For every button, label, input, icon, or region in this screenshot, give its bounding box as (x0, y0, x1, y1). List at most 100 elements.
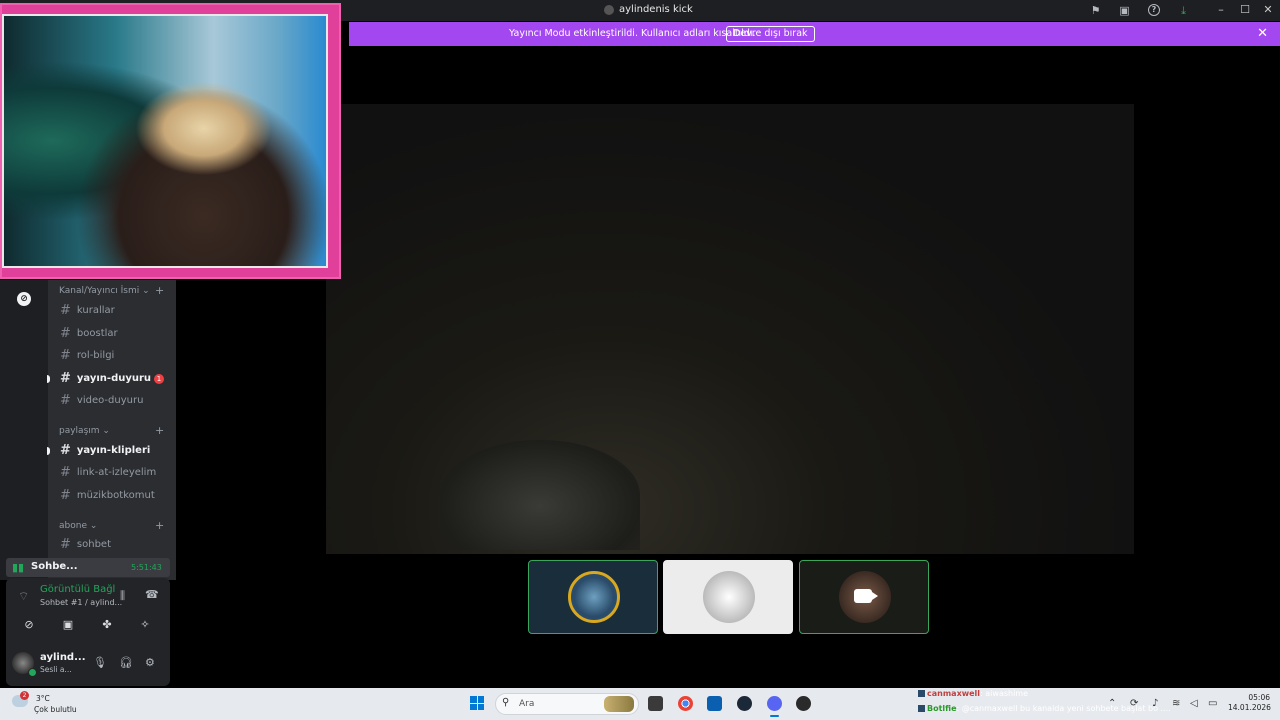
channel-kurallar[interactable]: # kurallar (60, 303, 115, 318)
compass-discover-icon[interactable]: ⊘ (17, 292, 31, 306)
download-icon[interactable]: ⤓ (1177, 4, 1190, 17)
file-explorer-icon[interactable] (648, 696, 663, 711)
tray-mic-icon[interactable]: ♪ (1152, 698, 1158, 709)
voice-channel-label: Sohbe... (31, 561, 78, 572)
unread-indicator (47, 447, 50, 455)
channel-boostlar[interactable]: # boostlar (60, 326, 118, 341)
category-abone[interactable]: abone ⌄ (59, 521, 97, 531)
wifi-icon[interactable]: ≋ (1172, 698, 1180, 709)
weather-temp: 3°C (36, 694, 50, 703)
headphones-icon[interactable]: 🎧︎ (119, 656, 133, 669)
channel-yayin-duyuru[interactable]: # yayın-duyuru (60, 371, 151, 386)
hash-icon: # (60, 537, 71, 552)
channel-label: yayın-duyuru (76, 373, 152, 384)
channel-sohbet[interactable]: # sohbet (60, 537, 111, 552)
hash-icon: # (60, 326, 71, 341)
mention-badge: 1 (154, 374, 164, 384)
disable-streamer-mode-button[interactable]: Devre dışı bırak (726, 26, 815, 42)
microphone-icon[interactable]: 🎙︎ (93, 656, 107, 669)
participant-tile-2[interactable] (663, 560, 793, 634)
ticker-message: : aiwashime (980, 689, 1029, 698)
window-title-text: aylindenis kick (619, 4, 693, 15)
participant-tile-3[interactable] (799, 560, 929, 634)
windows-taskbar: 2 3°C Çok bulutlu ⚲ Ara canmaxwell: aiwa… (0, 688, 1280, 720)
window-title: aylindenis kick (604, 4, 693, 15)
voice-channel-sohbet[interactable]: ▮▮ Sohbe... 5:51:43 (6, 558, 170, 577)
tray-app-icon[interactable]: ⟳ (1130, 698, 1138, 709)
voice-channel-time: 5:51:43 (131, 563, 162, 572)
ms-store-icon[interactable] (707, 696, 722, 711)
close-window-button[interactable]: ✕ (1261, 3, 1275, 16)
help-icon[interactable]: ? (1148, 4, 1160, 16)
clock-time: 05:06 (1248, 693, 1270, 702)
channel-muzikbotkomut[interactable]: # müzikbotkomut (60, 488, 155, 503)
hash-icon: # (60, 348, 71, 363)
taskbar-search[interactable]: ⚲ Ara (495, 693, 639, 715)
connection-status[interactable]: Görüntülü Bağl (40, 584, 115, 595)
channel-label: link-at-izleyelim (76, 467, 157, 478)
server-icon (604, 4, 614, 15)
screen-share-icon[interactable]: ▣ (1118, 4, 1131, 17)
add-channel-icon[interactable]: + (155, 284, 164, 297)
soundboard-icon[interactable]: ✧ (128, 618, 162, 634)
hash-icon: # (60, 488, 71, 503)
category-kanal[interactable]: Kanal/Yayıncı İsmi ⌄ (59, 286, 150, 296)
unread-indicator (47, 375, 50, 383)
ticker-line-1: canmaxwell: aiwashime (918, 689, 1028, 698)
system-clock[interactable]: 05:06 14.01.2026 (1228, 693, 1271, 713)
channel-yayin-klipleri[interactable]: # yayın-klipleri (60, 443, 150, 458)
minimize-button[interactable]: – (1214, 3, 1228, 16)
online-status-icon (28, 668, 37, 677)
camera-icon (854, 589, 878, 603)
hash-icon: # (60, 465, 71, 480)
steam-icon[interactable] (737, 696, 752, 711)
disconnect-icon[interactable]: ☎ (145, 588, 159, 601)
category-paylasim[interactable]: paylaşım ⌄ (59, 426, 110, 436)
ticker-username: canmaxwell (927, 689, 981, 698)
camera-off-icon[interactable]: ⊘ (12, 618, 46, 634)
banner-message: Yayıncı Modu etkinleştirildi. Kullanıcı … (509, 28, 756, 39)
battery-icon[interactable]: ▭ (1208, 698, 1217, 709)
channel-link-at-izleyelim[interactable]: # link-at-izleyelim (60, 465, 156, 480)
channel-label: sohbet (76, 539, 111, 550)
search-icon: ⚲ (502, 697, 510, 708)
channel-label: boostlar (76, 328, 118, 339)
tray-chevron-icon[interactable]: ⌃ (1108, 698, 1116, 709)
participant-avatar (703, 571, 755, 623)
search-highlight-image (604, 696, 634, 712)
add-channel-icon[interactable]: + (155, 424, 164, 437)
hash-icon: # (60, 443, 71, 458)
server-rail: ⊘ (0, 280, 48, 580)
weather-condition: Çok bulutlu (34, 705, 77, 714)
channel-list: Kanal/Yayıncı İsmi ⌄ + # kurallar # boostl… (47, 280, 176, 580)
connection-subtitle: Sohbet #1 / aylind... (40, 598, 123, 607)
voice-activity-icon: ▮▮ (12, 561, 25, 574)
activities-icon[interactable]: ✤ (90, 618, 124, 634)
user-status: Sesli a... (40, 665, 72, 674)
obs-icon[interactable] (796, 696, 811, 711)
banner-close-icon[interactable]: ✕ (1257, 26, 1268, 41)
notification-badge: 2 (20, 691, 29, 700)
channel-label: müzikbotkomut (76, 490, 155, 501)
noise-suppression-icon[interactable]: ⫼ (120, 589, 125, 603)
channel-label: rol-bilgi (76, 350, 115, 361)
maximize-button[interactable]: ☐ (1238, 3, 1252, 16)
add-channel-icon[interactable]: + (155, 519, 164, 532)
discord-icon[interactable] (767, 696, 782, 717)
chrome-icon[interactable] (678, 696, 693, 711)
channel-video-duyuru[interactable]: # video-duyuru (60, 393, 143, 408)
channel-rol-bilgi[interactable]: # rol-bilgi (60, 348, 114, 363)
ticker-username: Botlfie (927, 704, 957, 713)
video-stream-content (440, 440, 640, 550)
participant-tile-1[interactable] (528, 560, 658, 634)
volume-icon[interactable]: ◁ (1190, 698, 1198, 709)
search-placeholder: Ara (519, 699, 535, 709)
webcam-frame (0, 3, 341, 279)
settings-gear-icon[interactable]: ⚙ (145, 656, 155, 669)
clock-date: 14.01.2026 (1228, 703, 1271, 712)
channel-label: video-duyuru (76, 395, 144, 406)
windows-start-icon[interactable] (470, 696, 484, 710)
screen-share-icon[interactable]: ▣ (51, 618, 85, 634)
username[interactable]: aylind... (40, 652, 86, 663)
inbox-flag-icon[interactable]: ⚑ (1089, 4, 1102, 17)
